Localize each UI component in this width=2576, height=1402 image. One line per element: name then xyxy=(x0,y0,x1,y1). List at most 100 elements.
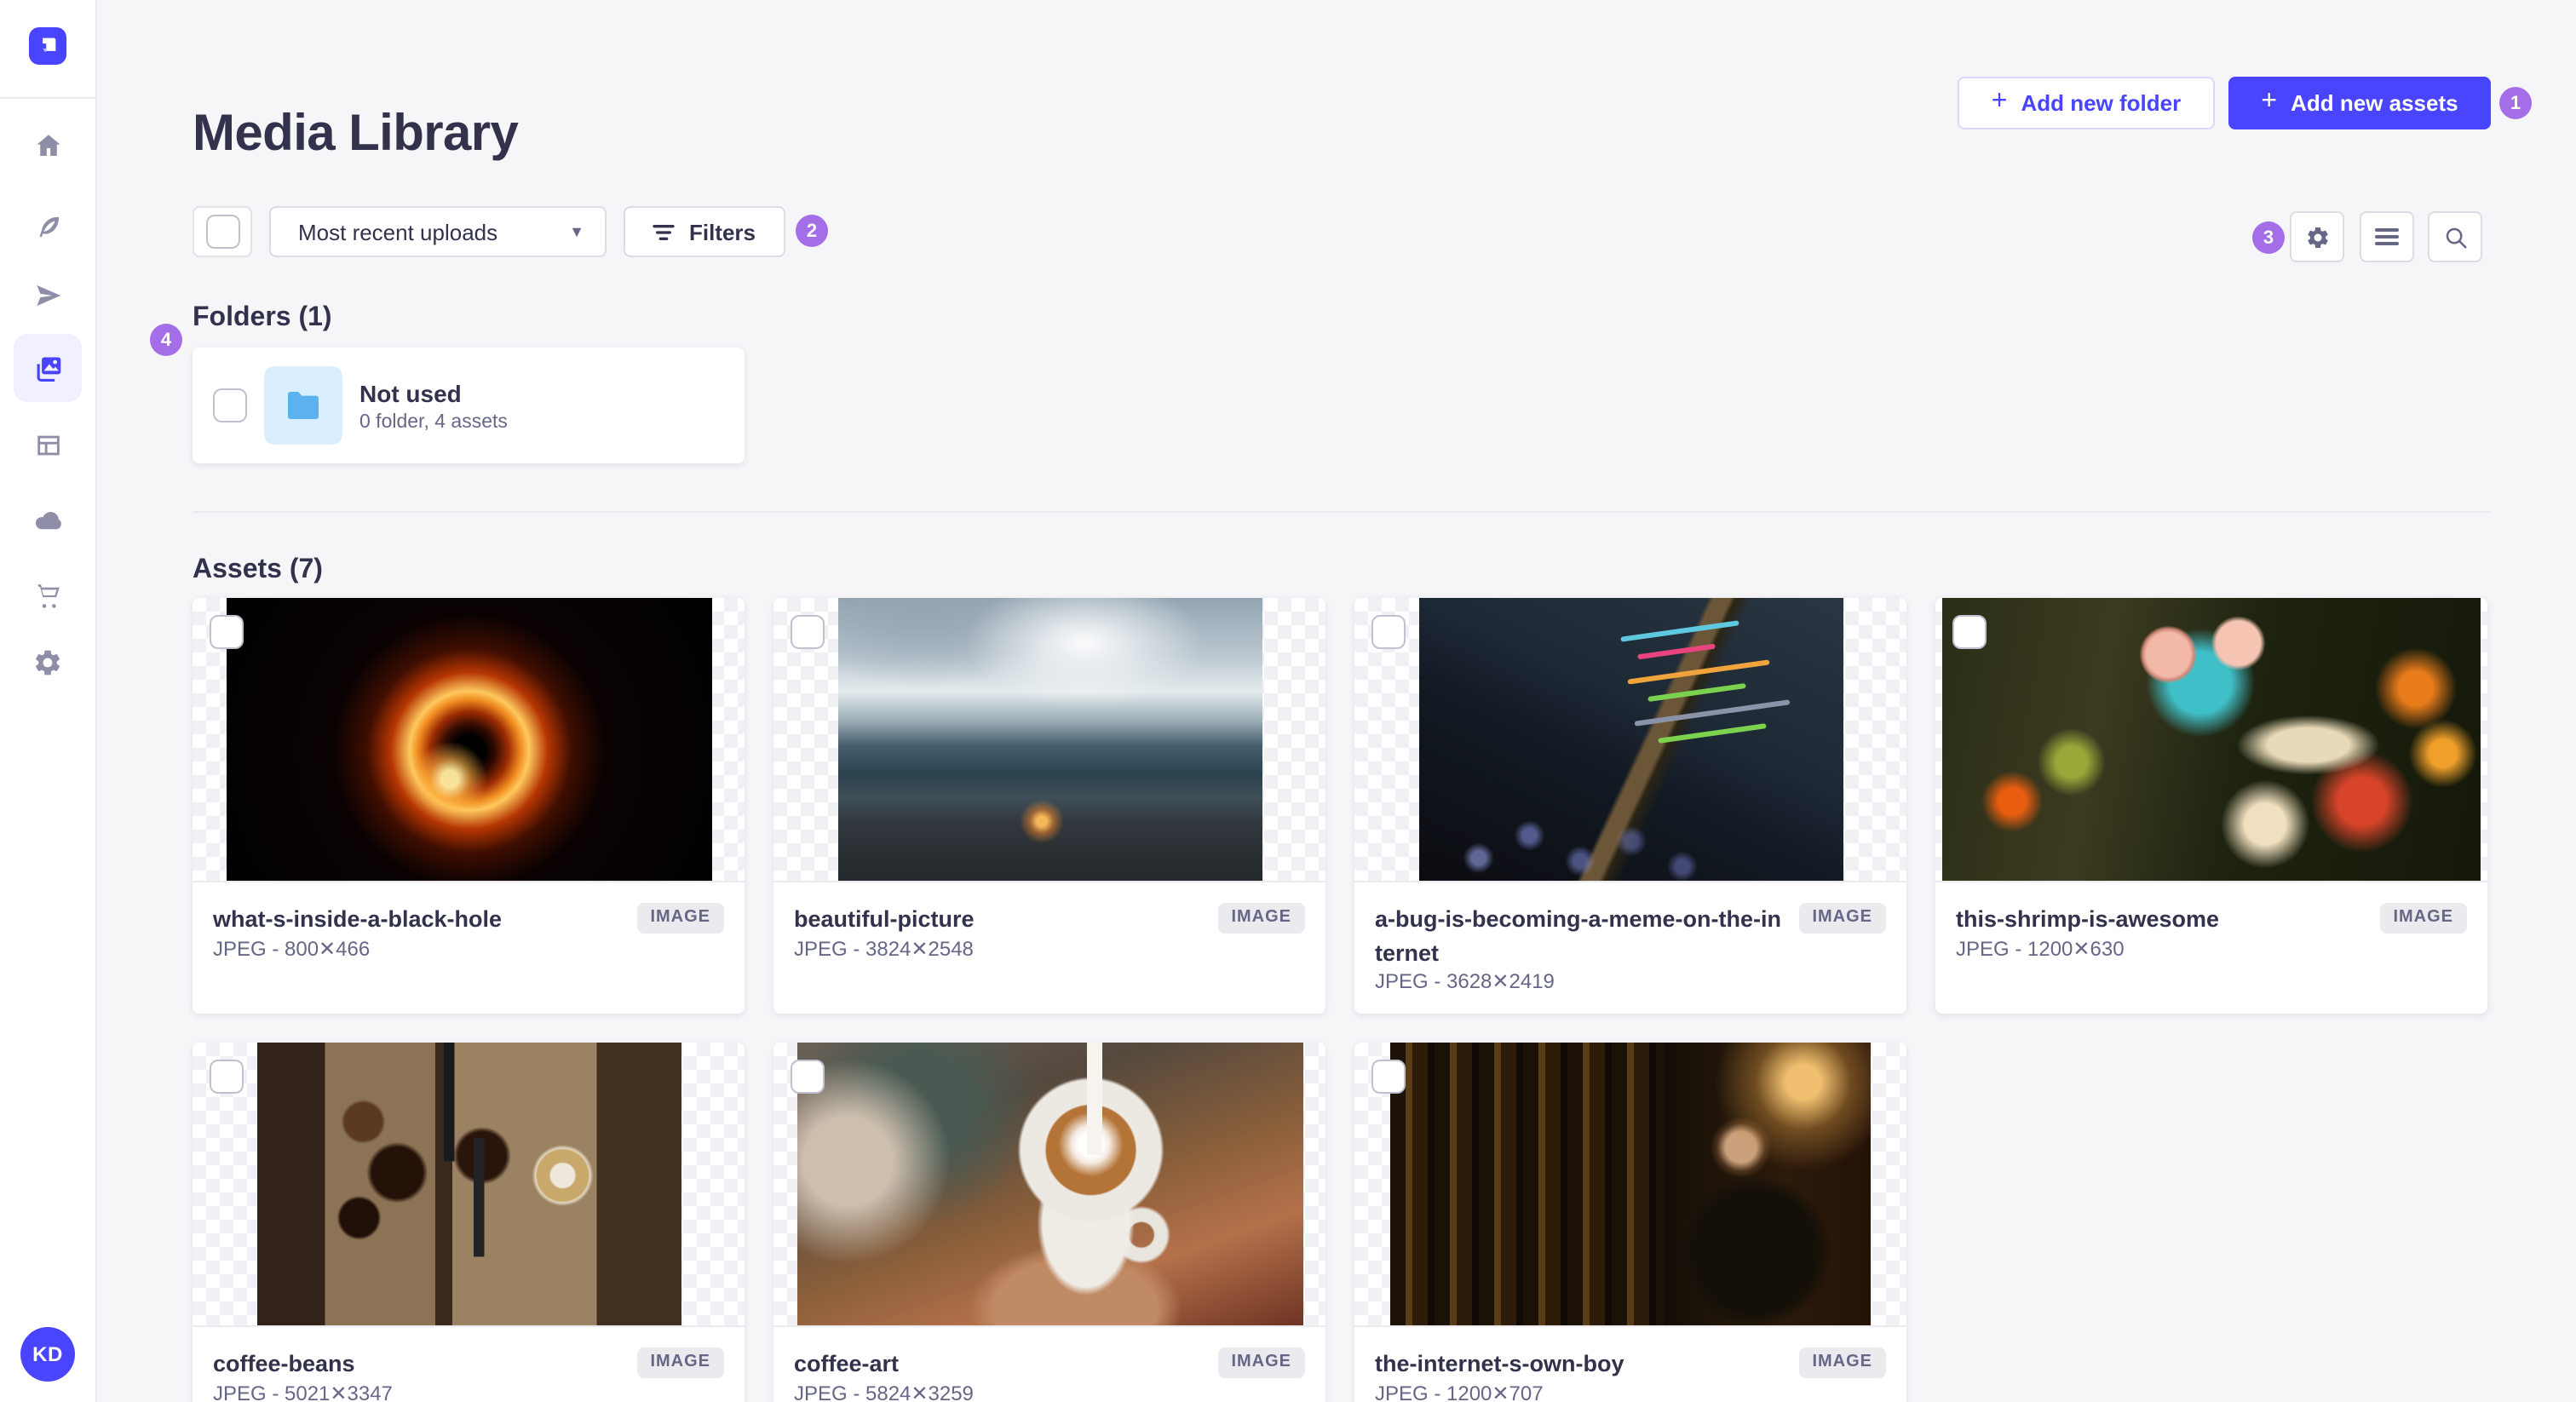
asset-checkbox[interactable] xyxy=(1371,615,1406,649)
folders-heading: Folders (1) xyxy=(193,303,332,332)
asset-type-badge: IMAGE xyxy=(1798,1347,1886,1378)
asset-preview xyxy=(1935,598,2487,881)
asset-preview xyxy=(193,1043,745,1325)
sidebar-item-releases[interactable] xyxy=(14,261,82,329)
add-new-folder-label: Add new folder xyxy=(2021,90,2182,116)
cart-icon xyxy=(37,583,59,607)
asset-card[interactable]: coffee-art IMAGE JPEG - 5824✕3259 xyxy=(773,1043,1325,1402)
asset-meta: JPEG - 800✕466 xyxy=(213,937,371,961)
asset-type-badge: IMAGE xyxy=(636,1347,724,1378)
asset-name: the-internet-s-own-boy xyxy=(1375,1351,1624,1376)
strapi-logo-icon[interactable] xyxy=(29,27,66,65)
asset-meta: JPEG - 3824✕2548 xyxy=(794,937,974,961)
media-library-icon xyxy=(36,356,60,382)
feather-icon xyxy=(38,215,59,237)
gear-icon xyxy=(2307,226,2327,247)
mantis-shrimp-image xyxy=(1942,598,2481,881)
coffee-beans-image xyxy=(256,1043,681,1325)
paper-plane-icon xyxy=(36,284,60,306)
asset-name: what-s-inside-a-black-hole xyxy=(213,906,503,932)
asset-card[interactable]: beautiful-picture IMAGE JPEG - 3824✕2548 xyxy=(773,598,1325,1014)
sidebar-divider xyxy=(0,97,95,99)
annotation-badge-2: 2 xyxy=(796,215,828,247)
asset-preview xyxy=(1354,598,1906,881)
asset-name: a-bug-is-becoming-a-meme-on-the-internet xyxy=(1375,906,1781,966)
mountain-landscape-image xyxy=(837,598,1262,881)
asset-type-badge: IMAGE xyxy=(636,903,724,934)
asset-checkbox[interactable] xyxy=(210,1060,244,1094)
asset-meta: JPEG - 1200✕630 xyxy=(1956,937,2125,961)
asset-name: coffee-beans xyxy=(213,1351,355,1376)
sidebar-item-media-library[interactable] xyxy=(14,334,82,402)
annotation-badge-3: 3 xyxy=(2252,221,2285,254)
asset-meta: JPEG - 1200✕707 xyxy=(1375,1382,1544,1402)
assets-heading: Assets (7) xyxy=(193,555,323,584)
select-all-checkbox[interactable] xyxy=(205,215,239,249)
asset-type-badge: IMAGE xyxy=(1798,903,1886,934)
asset-meta: JPEG - 5824✕3259 xyxy=(794,1382,974,1402)
sidebar-item-content[interactable] xyxy=(14,192,82,261)
asset-type-badge: IMAGE xyxy=(2379,903,2467,934)
folder-icon xyxy=(288,392,319,419)
asset-card[interactable]: this-shrimp-is-awesome IMAGE JPEG - 1200… xyxy=(1935,598,2487,1014)
folder-tile xyxy=(264,366,342,445)
annotation-badge-4: 4 xyxy=(150,324,182,356)
section-divider xyxy=(193,511,2491,513)
asset-name: beautiful-picture xyxy=(794,906,975,932)
folder-checkbox[interactable] xyxy=(213,388,247,422)
layout-icon xyxy=(37,434,59,455)
add-new-assets-label: Add new assets xyxy=(2291,90,2458,116)
black-hole-image xyxy=(226,598,711,881)
asset-type-badge: IMAGE xyxy=(1217,1347,1305,1378)
sidebar-item-content-manager[interactable] xyxy=(14,411,82,479)
list-view-button[interactable] xyxy=(2360,211,2414,262)
asset-meta: JPEG - 3628✕2419 xyxy=(1375,969,1555,993)
sidebar-item-home[interactable] xyxy=(14,111,82,179)
select-all-checkbox-button[interactable] xyxy=(193,206,252,257)
asset-name: this-shrimp-is-awesome xyxy=(1956,906,2220,932)
asset-checkbox[interactable] xyxy=(791,1060,825,1094)
asset-card[interactable]: a-bug-is-becoming-a-meme-on-the-internet… xyxy=(1354,598,1906,1014)
asset-card[interactable]: what-s-inside-a-black-hole IMAGE JPEG - … xyxy=(193,598,745,1014)
search-icon xyxy=(2445,227,2466,248)
list-icon xyxy=(2375,228,2399,245)
search-button[interactable] xyxy=(2428,211,2482,262)
asset-preview xyxy=(193,598,745,881)
filters-button[interactable]: Filters xyxy=(624,206,785,257)
asset-preview xyxy=(773,598,1325,881)
annotation-badge-1: 1 xyxy=(2499,87,2532,119)
asset-card[interactable]: coffee-beans IMAGE JPEG - 5021✕3347 xyxy=(193,1043,745,1402)
user-avatar[interactable]: KD xyxy=(20,1327,75,1382)
asset-checkbox[interactable] xyxy=(210,615,244,649)
sidebar-item-settings[interactable] xyxy=(14,629,82,697)
sidebar-item-cloud[interactable] xyxy=(14,486,82,554)
latte-art-image xyxy=(796,1043,1302,1325)
plus-icon: + xyxy=(2261,87,2278,116)
page-title: Media Library xyxy=(193,106,519,163)
asset-card[interactable]: the-internet-s-own-boy IMAGE JPEG - 1200… xyxy=(1354,1043,1906,1402)
add-new-folder-button[interactable]: + Add new folder xyxy=(1958,77,2215,129)
media-library-page: KD Media Library + Add new folder + Add … xyxy=(0,0,2576,1402)
chevron-down-icon: ▼ xyxy=(569,223,584,240)
sort-dropdown[interactable]: Most recent uploads ▼ xyxy=(269,206,607,257)
library-portrait-image xyxy=(1390,1043,1871,1325)
asset-preview xyxy=(773,1043,1325,1325)
filters-label: Filters xyxy=(688,219,756,244)
asset-checkbox[interactable] xyxy=(791,615,825,649)
home-icon xyxy=(36,134,60,156)
folder-card[interactable]: Not used 0 folder, 4 assets xyxy=(193,348,745,463)
view-settings-button[interactable] xyxy=(2290,211,2344,262)
asset-checkbox[interactable] xyxy=(1371,1060,1406,1094)
filter-icon xyxy=(653,224,676,239)
sidebar: KD xyxy=(0,0,97,1402)
folder-meta: 0 folder, 4 assets xyxy=(359,411,508,432)
main-content: Media Library + Add new folder + Add new… xyxy=(95,0,2576,1402)
sidebar-item-marketplace[interactable] xyxy=(14,560,82,629)
folder-name: Not used xyxy=(359,379,462,406)
asset-preview xyxy=(1354,1043,1906,1325)
asset-type-badge: IMAGE xyxy=(1217,903,1305,934)
add-new-assets-button[interactable]: + Add new assets xyxy=(2228,77,2491,129)
asset-checkbox[interactable] xyxy=(1952,615,1987,649)
plus-icon: + xyxy=(1991,87,2008,116)
asset-name: coffee-art xyxy=(794,1351,900,1376)
